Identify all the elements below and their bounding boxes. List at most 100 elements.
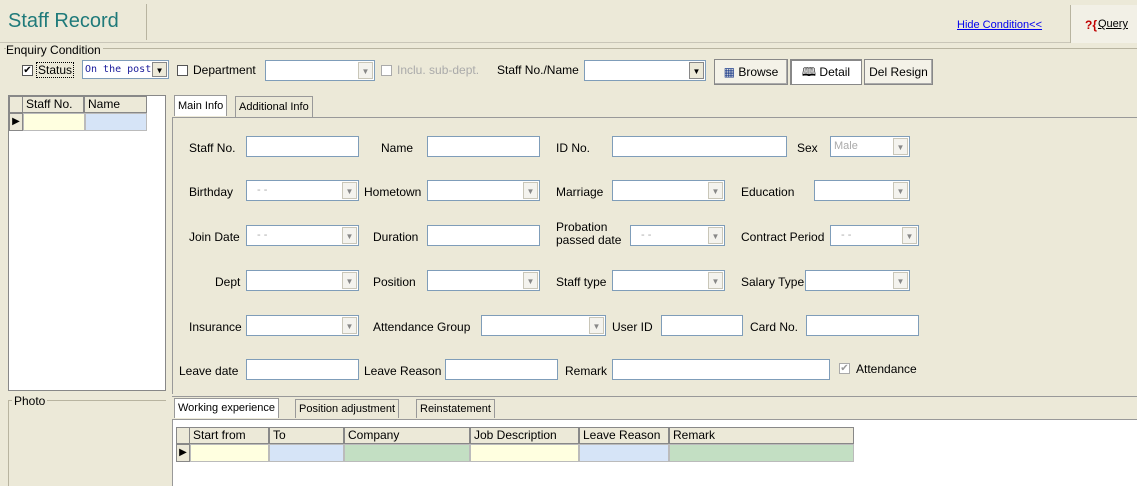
staff-no-name-select[interactable]: ▼ (584, 60, 706, 81)
contract-period-select[interactable]: - - ▼ (830, 225, 919, 246)
education-select[interactable]: ▼ (814, 180, 910, 201)
probation-date-select[interactable]: - - ▼ (630, 225, 725, 246)
table-cell[interactable] (669, 444, 854, 462)
column-to[interactable]: To (269, 427, 344, 444)
chevron-down-icon[interactable]: ▼ (523, 182, 538, 199)
column-start-from[interactable]: Start from (189, 427, 269, 444)
enquiry-condition-label: Enquiry Condition (6, 43, 103, 57)
chevron-down-icon[interactable]: ▼ (342, 272, 357, 289)
chevron-down-icon[interactable]: ▼ (708, 272, 723, 289)
status-label[interactable]: Status (36, 62, 75, 78)
list-item[interactable] (23, 113, 85, 131)
education-label: Education (741, 185, 795, 199)
chevron-down-icon[interactable]: ▼ (342, 227, 357, 244)
detail-button[interactable]: 🕮 Detail (790, 59, 862, 85)
staff-no-input[interactable] (246, 136, 359, 157)
attendance-checkbox[interactable]: ✔ (839, 363, 850, 374)
leave-date-label: Leave date (179, 364, 239, 378)
photo-group (8, 400, 166, 486)
column-company[interactable]: Company (344, 427, 470, 444)
photo-label: Photo (12, 394, 48, 408)
hide-condition-link[interactable]: Hide Condition<< (957, 19, 1042, 31)
tab-reinstatement[interactable]: Reinstatement (416, 399, 495, 418)
table-cell[interactable] (470, 444, 579, 462)
detail-label: Detail (819, 65, 851, 79)
duration-label: Duration (373, 230, 419, 244)
card-no-input[interactable] (806, 315, 919, 336)
inclu-subdept-checkbox[interactable] (381, 65, 392, 76)
chevron-down-icon[interactable]: ▼ (893, 182, 908, 199)
column-staff-no[interactable]: Staff No. (22, 96, 84, 113)
user-id-label: User ID (612, 320, 653, 334)
tab-main-info[interactable]: Main Info (174, 95, 228, 116)
del-resign-button[interactable]: Del Resign (864, 59, 933, 85)
name-input[interactable] (427, 136, 540, 157)
chevron-down-icon[interactable]: ▼ (689, 62, 704, 79)
query-label[interactable]: Query (1098, 18, 1128, 30)
column-leave-reason[interactable]: Leave Reason (579, 427, 669, 444)
contract-value: - - (841, 229, 852, 241)
list-item[interactable] (85, 113, 147, 131)
chevron-down-icon[interactable]: ▼ (152, 62, 167, 77)
column-name[interactable]: Name (84, 96, 147, 113)
chevron-down-icon[interactable]: ▼ (523, 272, 538, 289)
staff-list-grid[interactable] (8, 95, 166, 391)
user-id-input[interactable] (661, 315, 743, 336)
marriage-select[interactable]: ▼ (612, 180, 725, 201)
table-cell[interactable] (269, 444, 344, 462)
id-no-input[interactable] (612, 136, 787, 157)
chevron-down-icon[interactable]: ▼ (589, 317, 604, 334)
page-title: Staff Record (8, 10, 119, 32)
chevron-down-icon[interactable]: ▼ (708, 182, 723, 199)
table-cell[interactable] (190, 444, 269, 462)
column-job-description[interactable]: Job Description (470, 427, 579, 444)
attendance-label: Attendance (856, 362, 917, 376)
salary-type-select[interactable]: ▼ (805, 270, 910, 291)
status-checkbox[interactable]: ✔ (22, 65, 33, 76)
query-icon: ?{ (1085, 18, 1097, 32)
leave-reason-input[interactable] (445, 359, 558, 380)
chevron-down-icon[interactable]: ▼ (708, 227, 723, 244)
table-icon: ▦ (723, 65, 735, 79)
leave-date-input[interactable] (246, 359, 359, 380)
contract-period-label: Contract Period (741, 230, 825, 244)
chevron-down-icon[interactable]: ▼ (893, 138, 908, 155)
insurance-select[interactable]: ▼ (246, 315, 359, 336)
sex-value: Male (834, 140, 858, 152)
sex-select[interactable]: Male ▼ (830, 136, 910, 157)
sex-label: Sex (797, 141, 818, 155)
chevron-down-icon[interactable]: ▼ (893, 272, 908, 289)
department-checkbox[interactable] (177, 65, 188, 76)
hometown-select[interactable]: ▼ (427, 180, 540, 201)
hometown-label: Hometown (364, 185, 422, 199)
chevron-down-icon[interactable]: ▼ (342, 182, 357, 199)
department-select[interactable]: ▼ (265, 60, 375, 81)
remark-input[interactable] (612, 359, 830, 380)
main-info-panel (172, 117, 1137, 394)
status-value: On the post (85, 64, 152, 75)
table-cell[interactable] (579, 444, 669, 462)
tab-additional-info[interactable]: Additional Info (235, 96, 313, 117)
chevron-down-icon[interactable]: ▼ (902, 227, 917, 244)
tab-position-adjustment[interactable]: Position adjustment (295, 399, 399, 418)
status-select[interactable]: On the post ▼ (82, 60, 169, 79)
birthday-select[interactable]: - - ▼ (246, 180, 359, 201)
column-remark[interactable]: Remark (669, 427, 854, 444)
join-date-select[interactable]: - - ▼ (246, 225, 359, 246)
staff-type-label: Staff type (556, 275, 607, 289)
chevron-down-icon[interactable]: ▼ (342, 317, 357, 334)
table-cell[interactable] (344, 444, 470, 462)
tab-working-experience[interactable]: Working experience (174, 398, 280, 418)
staff-type-select[interactable]: ▼ (612, 270, 725, 291)
staff-no-name-label: Staff No./Name (497, 63, 579, 77)
probation-label: Probation passed date (556, 221, 621, 247)
card-no-label: Card No. (750, 320, 799, 334)
remark-label: Remark (565, 364, 608, 378)
position-select[interactable]: ▼ (427, 270, 540, 291)
duration-input[interactable] (427, 225, 540, 246)
chevron-down-icon[interactable]: ▼ (358, 62, 373, 79)
dept-select[interactable]: ▼ (246, 270, 359, 291)
attendance-group-select[interactable]: ▼ (481, 315, 606, 336)
department-label: Department (193, 63, 256, 77)
browse-button[interactable]: ▦ Browse (714, 59, 788, 85)
